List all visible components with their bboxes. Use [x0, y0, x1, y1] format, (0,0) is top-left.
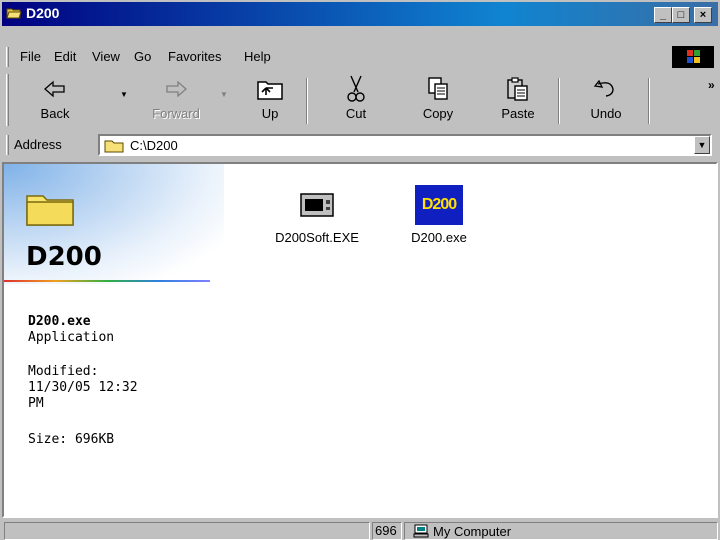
standard-toolbar: Back ▼ Forward ▼ Up Cut Copy Paste Undo …	[2, 72, 718, 130]
explorer-window: D200 _ □ × File Edit View Go Favorites H…	[0, 0, 720, 540]
open-folder-icon	[6, 8, 22, 19]
selected-file-type: Application	[28, 330, 115, 345]
file-label: D200Soft.EXE	[275, 230, 359, 245]
maximize-button[interactable]: □	[672, 7, 690, 23]
toolbar-separator	[558, 78, 560, 124]
status-text-panel	[4, 522, 370, 540]
menubar-grip[interactable]	[6, 47, 9, 67]
d200-app-icon: D200	[384, 184, 494, 226]
menu-file[interactable]: File	[20, 49, 41, 64]
undo-label: Undo	[590, 106, 622, 121]
selected-file-name: D200.exe	[28, 314, 91, 329]
paste-button[interactable]: Paste	[490, 74, 546, 126]
minimize-button[interactable]: _	[654, 7, 672, 23]
file-item-d200soft[interactable]: D200Soft.EXE	[262, 184, 372, 245]
file-item-d200exe[interactable]: D200 D200.exe	[384, 184, 494, 245]
toolbar-separator	[306, 78, 308, 124]
undo-button[interactable]: Undo	[576, 74, 636, 126]
scissors-icon	[328, 74, 384, 104]
toolbar-overflow-chevron[interactable]: »	[708, 78, 715, 92]
forward-button[interactable]: Forward	[144, 74, 208, 126]
file-size: Size: 696KB	[28, 432, 115, 447]
close-button[interactable]: ×	[694, 7, 712, 23]
status-bar: 696 My Computer	[2, 520, 718, 540]
back-button[interactable]: Back	[28, 74, 82, 126]
back-label: Back	[40, 106, 70, 121]
status-zone-panel: My Computer	[404, 522, 718, 540]
color-rule	[4, 280, 210, 282]
cut-label: Cut	[345, 106, 367, 121]
application-window-icon	[262, 184, 372, 226]
forward-arrow-icon	[144, 74, 208, 104]
toolbar-separator	[648, 78, 650, 124]
back-dropdown-arrow[interactable]: ▼	[120, 90, 128, 99]
window-title: D200	[26, 5, 60, 21]
menu-edit[interactable]: Edit	[54, 49, 76, 64]
status-zone: My Computer	[433, 524, 512, 539]
up-label: Up	[261, 106, 279, 121]
copy-label: Copy	[422, 106, 454, 121]
file-label: D200.exe	[411, 230, 467, 245]
status-size: 696	[375, 523, 397, 538]
menu-help[interactable]: Help	[244, 49, 271, 64]
copy-button[interactable]: Copy	[410, 74, 466, 126]
cut-button[interactable]: Cut	[328, 74, 384, 126]
computer-icon	[413, 524, 429, 538]
menu-go[interactable]: Go	[134, 49, 151, 64]
toolbar-grip[interactable]	[6, 74, 9, 126]
modified-label: Modified:	[28, 364, 99, 379]
menu-bar: File Edit View Go Favorites Help	[2, 45, 718, 69]
web-view-panel: D200 D200.exe Application Modified: 11/3…	[4, 164, 224, 516]
forward-label: Forward	[152, 106, 200, 121]
folder-title: D200	[26, 242, 102, 272]
addressbar-grip[interactable]	[6, 135, 9, 155]
menu-favorites[interactable]: Favorites	[168, 49, 221, 64]
up-folder-icon	[242, 74, 298, 104]
menu-view[interactable]: View	[92, 49, 120, 64]
modified-date: 11/30/05 12:32	[28, 380, 138, 395]
address-label: Address	[14, 137, 62, 152]
back-arrow-icon	[28, 74, 82, 104]
up-button[interactable]: Up	[242, 74, 298, 126]
paste-icon	[490, 74, 546, 104]
large-folder-icon	[26, 195, 74, 226]
forward-dropdown-arrow[interactable]: ▼	[220, 90, 228, 99]
address-bar: Address C:\D200 ▼	[2, 133, 718, 157]
folder-icon	[104, 140, 124, 153]
address-value: C:\D200	[130, 138, 178, 153]
title-bar[interactable]: D200 _ □ ×	[2, 2, 718, 26]
paste-label: Paste	[501, 106, 535, 121]
undo-icon	[576, 74, 636, 104]
modified-ampm: PM	[28, 396, 44, 411]
address-dropdown-button[interactable]: ▼	[694, 136, 710, 154]
copy-icon	[410, 74, 466, 104]
address-field[interactable]: C:\D200 ▼	[98, 134, 712, 156]
d200-icon-text: D200	[415, 185, 463, 225]
windows-logo-icon	[672, 46, 714, 68]
status-size-panel: 696	[372, 522, 402, 540]
folder-view: D200 D200.exe Application Modified: 11/3…	[2, 162, 718, 518]
